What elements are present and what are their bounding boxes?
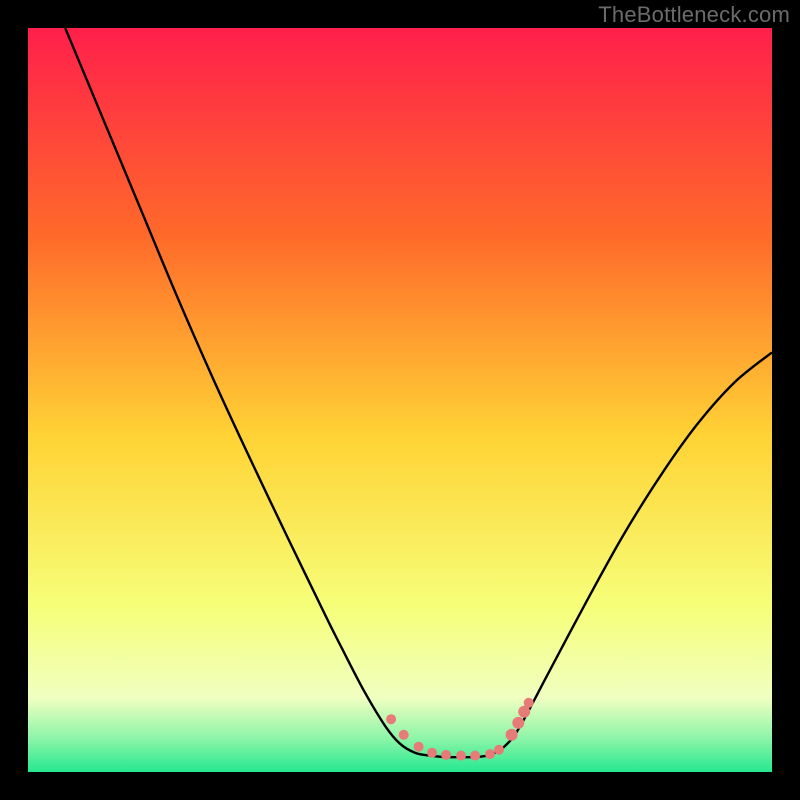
curve-marker (485, 749, 495, 759)
curve-marker (427, 748, 437, 758)
curve-marker (512, 717, 524, 729)
curve-marker (386, 714, 396, 724)
curve-marker (524, 698, 534, 708)
curve-marker (506, 729, 518, 741)
bottleneck-curve (28, 28, 772, 772)
curve-marker (456, 751, 466, 761)
watermark-text: TheBottleneck.com (598, 2, 790, 28)
plot-area (28, 28, 772, 772)
curve-marker (441, 750, 451, 760)
chart-frame: TheBottleneck.com (0, 0, 800, 800)
curve-marker (494, 745, 504, 755)
curve-marker (399, 730, 409, 740)
curve-marker (470, 751, 480, 761)
curve-marker (414, 742, 424, 752)
